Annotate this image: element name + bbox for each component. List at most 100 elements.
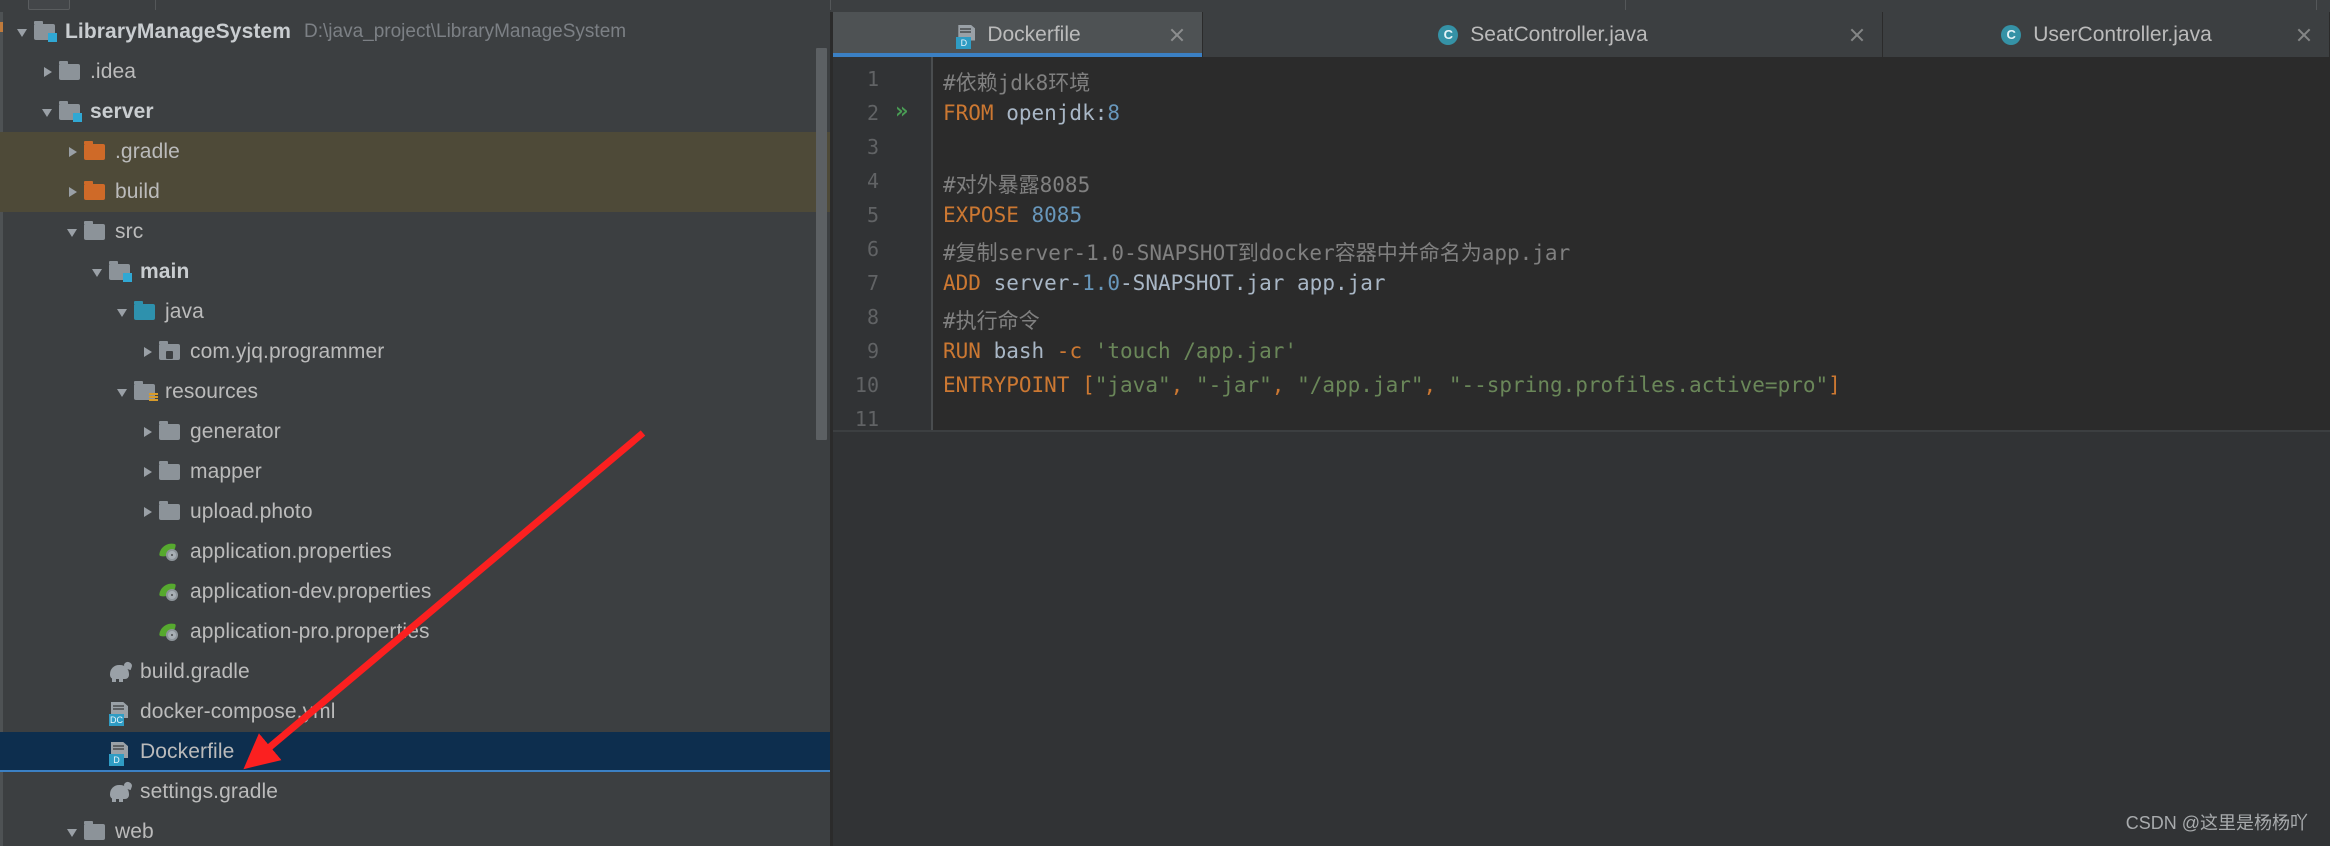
resources-root-folder-icon (132, 381, 158, 403)
editor-tab[interactable]: C SeatController.java (1203, 12, 1883, 57)
tree-row[interactable]: DC docker-compose.yml (0, 692, 833, 732)
tree-row-label: docker-compose.yml (140, 700, 336, 723)
line-number: 11 (854, 407, 879, 431)
code-token: bash (980, 339, 1057, 363)
code-line[interactable]: #复制server-1.0-SNAPSHOT到docker容器中并命名为app.… (943, 237, 1570, 267)
tree-row[interactable]: java (0, 292, 833, 332)
editor-tab[interactable]: C UserController.java (1883, 12, 2330, 57)
chevron-right-icon[interactable] (64, 143, 82, 161)
tree-row[interactable]: settings.gradle (0, 772, 833, 812)
code-token: ] (1828, 373, 1841, 397)
tree-row[interactable]: mapper (0, 452, 833, 492)
editor-tab-label: SeatController.java (1470, 22, 1648, 46)
chevron-right-icon[interactable] (139, 343, 157, 361)
code-line[interactable]: FROM openjdk:8 (943, 101, 1120, 125)
tree-row-label: build (115, 180, 160, 203)
tree-row[interactable]: server (0, 92, 833, 132)
code-token: #复制server-1.0-SNAPSHOT到docker容器中并命名为app.… (943, 241, 1571, 265)
project-tree[interactable]: LibraryManageSystem D:\java_project\Libra… (0, 12, 833, 846)
code-token: "-jar" (1195, 373, 1272, 397)
tree-row[interactable]: generator (0, 412, 833, 452)
excluded-folder-icon (82, 141, 108, 163)
code-line[interactable]: ENTRYPOINT ["java", "-jar", "/app.jar", … (943, 373, 1841, 397)
docker-compose-icon: DC (107, 701, 133, 726)
folder-icon (82, 221, 108, 243)
tree-row[interactable]: web (0, 812, 833, 846)
chevron-right-icon[interactable] (139, 463, 157, 481)
code-token: EXPOSE (943, 203, 1019, 227)
toolbar-button-ghost[interactable] (28, 0, 70, 10)
code-token: "/app.jar" (1297, 373, 1424, 397)
chevron-down-icon[interactable] (64, 223, 82, 241)
folder-icon (157, 461, 183, 483)
run-gutter-icon[interactable]: » (895, 101, 917, 123)
code-editor[interactable]: 1 2» 3 4 5 6 7 8 9 10 11 #依赖jdk8环境 FROM openjdk:8 #对… (833, 57, 2330, 477)
code-token: 'touch /app.jar' (1094, 339, 1298, 363)
chevron-down-icon[interactable] (14, 23, 32, 41)
tree-row-label: application-pro.properties (190, 620, 430, 643)
chevron-right-icon[interactable] (39, 63, 57, 81)
tree-row[interactable]: .idea (0, 52, 833, 92)
code-line[interactable]: RUN bash -c 'touch /app.jar' (943, 339, 1297, 363)
tree-row[interactable]: build.gradle (0, 652, 833, 692)
code-line[interactable]: #执行命令 (943, 305, 1040, 335)
tree-row[interactable]: com.yjq.programmer (0, 332, 833, 372)
editor-tab-bar[interactable]: D Dockerfile C SeatController.java C UserCont… (833, 12, 2330, 57)
tree-row-label: settings.gradle (140, 780, 279, 803)
chevron-right-icon[interactable] (64, 183, 82, 201)
tree-row-label: main (140, 260, 190, 283)
tree-row[interactable]: .gradle (0, 132, 833, 172)
code-line[interactable]: #依赖jdk8环境 (943, 67, 1090, 97)
tree-row-label: src (115, 220, 144, 243)
project-tree-panel[interactable]: LibraryManageSystem D:\java_project\Libra… (0, 12, 833, 846)
tree-row[interactable]: LibraryManageSystem D:\java_project\Libra… (0, 12, 833, 52)
chevron-right-icon[interactable] (139, 423, 157, 441)
code-token: ADD (943, 271, 981, 295)
chevron-right-icon[interactable] (139, 503, 157, 521)
tree-row-label: resources (165, 380, 259, 403)
chevron-down-icon[interactable] (89, 263, 107, 281)
editor-gutter[interactable]: 1 2 » 3 4 5 6 7 8 9 10 11 (833, 57, 931, 477)
package-icon (157, 341, 183, 363)
tree-row[interactable]: main (0, 252, 833, 292)
tree-row[interactable]: resources (0, 372, 833, 412)
tree-row[interactable]: application-dev.properties (0, 572, 833, 612)
chevron-down-icon[interactable] (114, 303, 132, 321)
close-icon[interactable] (1169, 27, 1185, 43)
editor-lower-pane: CSDN @这里是杨杨吖 (833, 432, 2330, 846)
close-icon[interactable] (1849, 27, 1865, 43)
code-token: , (1423, 373, 1437, 397)
tree-row[interactable]: application-pro.properties (0, 612, 833, 652)
close-icon[interactable] (2296, 27, 2312, 43)
chevron-down-icon[interactable] (114, 383, 132, 401)
tree-row-label: Dockerfile (140, 740, 235, 763)
editor-area: D Dockerfile C SeatController.java C UserCont… (833, 12, 2330, 846)
tree-row[interactable]: src (0, 212, 833, 252)
tree-row-label: application-dev.properties (190, 580, 432, 603)
tree-row-label: .idea (90, 60, 137, 83)
gradle-icon (107, 781, 133, 803)
code-line[interactable]: EXPOSE 8085 (943, 203, 1082, 227)
code-token: ENTRYPOINT (943, 373, 1070, 397)
toolbar-divider (155, 0, 156, 10)
code-line[interactable]: #对外暴露8085 (943, 169, 1090, 199)
line-number: 10 (854, 373, 879, 397)
code-token: 1.0 (1082, 271, 1121, 295)
tree-row[interactable]: upload.photo (0, 492, 833, 532)
tree-row[interactable]: build (0, 172, 833, 212)
tree-row[interactable]: D Dockerfile (0, 732, 833, 772)
chevron-down-icon[interactable] (64, 823, 82, 841)
chevron-down-icon[interactable] (39, 103, 57, 121)
editor-tab[interactable]: D Dockerfile (833, 12, 1203, 57)
code-line[interactable]: ADD server-1.0-SNAPSHOT.jar app.jar (943, 271, 1386, 295)
tree-row[interactable]: application.properties (0, 532, 833, 572)
project-tree-scrollbar[interactable] (816, 48, 827, 440)
spring-properties-icon (157, 541, 183, 563)
code-token: RUN (943, 339, 981, 363)
java-class-icon: C (2000, 24, 2026, 46)
line-number: 6 (866, 237, 879, 261)
tree-row-label: web (115, 820, 154, 843)
